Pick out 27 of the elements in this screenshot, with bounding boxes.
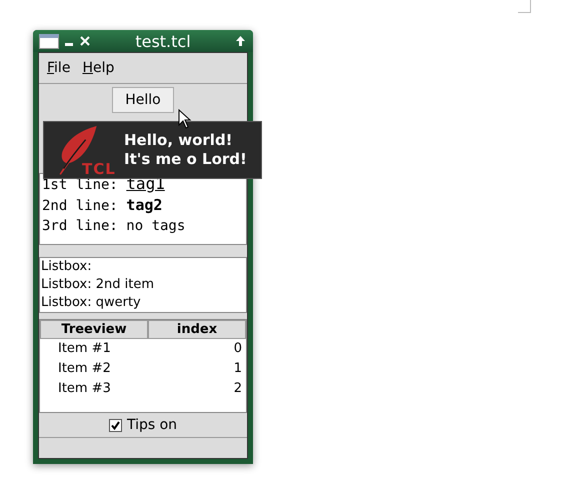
window-title: test.tcl bbox=[134, 32, 192, 50]
text-line: 3rd line: no tags bbox=[42, 217, 186, 236]
tree-item[interactable]: Item #1 bbox=[58, 339, 202, 359]
text-line: 2nd line: tag2 bbox=[42, 195, 164, 216]
column-header[interactable]: index bbox=[148, 320, 246, 339]
column-header[interactable]: Treeview bbox=[40, 320, 148, 339]
list-item[interactable]: Listbox: qwerty bbox=[41, 294, 245, 312]
tree-item[interactable]: Item #3 bbox=[58, 379, 202, 399]
mouse-cursor-icon bbox=[178, 109, 192, 129]
index-cell-text: 2 bbox=[232, 380, 242, 398]
arrow-up-icon[interactable] bbox=[236, 36, 245, 46]
tooltip-text: It's me o Lord! bbox=[124, 150, 247, 169]
tips-label[interactable]: Tips on bbox=[126, 417, 178, 433]
menu-item[interactable]: Help bbox=[82, 60, 114, 76]
window-icon[interactable] bbox=[39, 34, 59, 48]
tips-checkbox[interactable] bbox=[108, 418, 122, 432]
corner-mark bbox=[518, 0, 531, 13]
list-item[interactable]: Listbox: bbox=[41, 258, 245, 276]
list-item[interactable]: Listbox: 2nd item bbox=[41, 276, 245, 294]
menu-item[interactable]: File bbox=[47, 60, 70, 76]
hello-button[interactable]: Hello bbox=[112, 87, 174, 113]
index-cell-text: 0 bbox=[232, 340, 242, 358]
tooltip-text: Hello, world! bbox=[124, 131, 234, 150]
close-icon[interactable] bbox=[80, 36, 90, 46]
tree-item[interactable]: Item #2 bbox=[58, 359, 202, 379]
index-cell-text: 1 bbox=[232, 360, 242, 378]
listbox[interactable]: Listbox: Listbox: 2nd item Listbox: qwerty bbox=[39, 257, 247, 313]
